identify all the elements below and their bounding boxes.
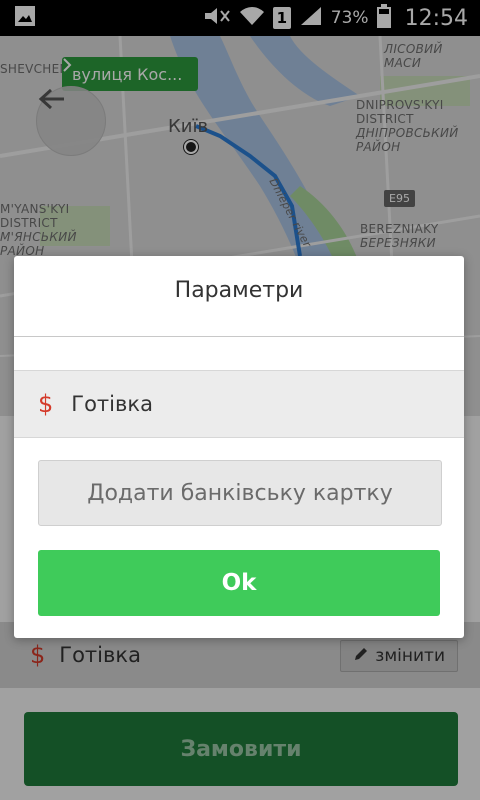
- dollar-icon: $: [38, 390, 54, 418]
- parameters-dialog: Параметри $ Готівка Додати банківську ка…: [14, 256, 464, 638]
- ok-button[interactable]: Ok: [38, 550, 440, 616]
- divider: [14, 336, 464, 337]
- dialog-title: Параметри: [174, 278, 304, 303]
- payment-option-label: Готівка: [71, 392, 153, 416]
- add-bank-card-button[interactable]: Додати банківську картку: [38, 460, 442, 526]
- payment-option-cash[interactable]: $ Готівка: [14, 370, 464, 438]
